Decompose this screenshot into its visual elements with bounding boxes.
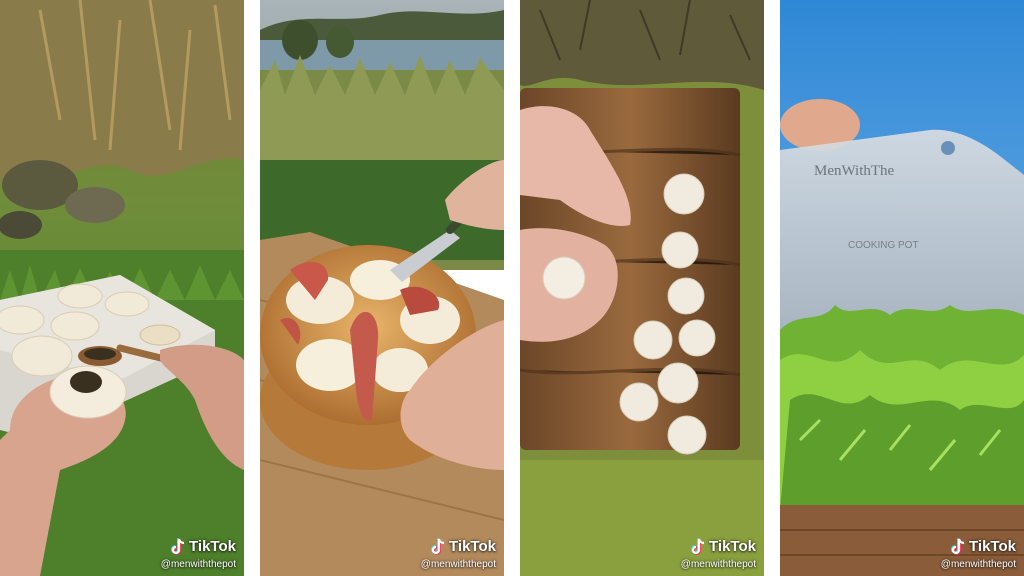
tiktok-logo-icon: [951, 538, 965, 555]
creator-handle: @menwiththepot: [940, 559, 1016, 570]
dough-balls-scene: [520, 0, 764, 576]
tiktok-brand-text: TikTok: [969, 538, 1016, 555]
panel-dough-balls: TikTok @menwiththepot: [520, 0, 764, 576]
tiktok-brand-text: TikTok: [189, 538, 236, 555]
tiktok-logo-icon: [691, 538, 705, 555]
tiktok-watermark: TikTok @menwiththepot: [780, 538, 1016, 572]
panel-dumpling-filling: TikTok @menwiththepot: [0, 0, 244, 576]
tiktok-watermark: TikTok @menwiththepot: [520, 538, 756, 572]
tiktok-brand-text: TikTok: [709, 538, 756, 555]
pizza-bread-scene: [260, 0, 504, 576]
tiktok-watermark: TikTok @menwiththepot: [260, 538, 496, 572]
board-engraving-subtitle: COOKING POT: [848, 240, 919, 251]
creator-handle: @menwiththepot: [420, 559, 496, 570]
board-engraving-brand: MenWithThe: [814, 163, 895, 179]
creator-handle: @menwiththepot: [160, 559, 236, 570]
tiktok-logo-icon: [431, 538, 445, 555]
creator-handle: @menwiththepot: [680, 559, 756, 570]
tiktok-watermark: TikTok @menwiththepot: [0, 538, 236, 572]
dumpling-filling-scene: [0, 0, 244, 576]
chopping-greens-scene: MenWithThe COOKING POT: [780, 0, 1024, 576]
video-collage: TikTok @menwiththepot TikTok @menwiththe…: [0, 0, 1024, 576]
panel-chopping-greens: MenWithThe COOKING POT TikTok @menwithth…: [780, 0, 1024, 576]
panel-pizza-bread: TikTok @menwiththepot: [260, 0, 504, 576]
tiktok-logo-icon: [171, 538, 185, 555]
tiktok-brand-text: TikTok: [449, 538, 496, 555]
